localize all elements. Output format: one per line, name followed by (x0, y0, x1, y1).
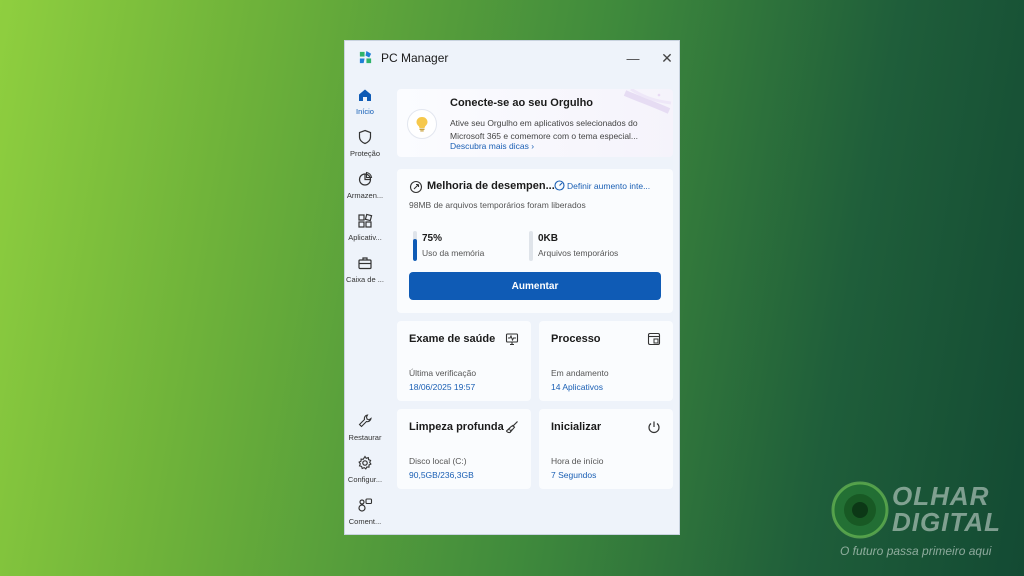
nav-label: Caixa de ... (346, 275, 384, 284)
deep-cleanup-tile[interactable]: Limpeza profunda Disco local (C:) 90,5GB… (397, 409, 531, 489)
performance-title: Melhoria de desempen... (427, 180, 555, 192)
tile-label: Disco local (C:) (409, 456, 467, 466)
tile-label: Última verificação (409, 368, 477, 378)
tile-label: Hora de início (551, 456, 604, 466)
watermark-tagline: O futuro passa primeiro aqui (840, 544, 992, 558)
close-button[interactable]: ✕ (655, 47, 679, 69)
nav-item-armazenamento[interactable]: Armazen... (345, 171, 385, 200)
nav-label: Armazen... (346, 191, 384, 200)
temp-files-value: 0KB (538, 233, 559, 244)
nav-label: Início (356, 107, 374, 116)
nav-item-aplicativos[interactable]: Aplicativ... (345, 213, 385, 242)
sidebar-nav: Início Proteção Armazen... Aplicativ... … (345, 75, 385, 534)
monitor-health-icon (505, 333, 519, 346)
memory-meter (413, 231, 417, 261)
olhar-digital-logo-icon (831, 481, 889, 539)
watermark-line2: DIGITAL (892, 507, 1002, 537)
tile-value: 18/06/2025 19:57 (409, 382, 476, 392)
startup-tile[interactable]: Inicializar Hora de início 7 Segundos (539, 409, 673, 489)
shield-icon (358, 129, 372, 145)
nav-label: Aplicativ... (348, 233, 382, 242)
process-tile[interactable]: Processo Em andamento 14 Aplicativos (539, 321, 673, 401)
home-icon (359, 89, 371, 101)
gear-icon (358, 455, 372, 470)
window-title: PC Manager (381, 51, 449, 65)
nav-item-inicio[interactable]: Início (345, 87, 385, 116)
promo-card[interactable]: Conecte-se ao seu Orgulho Ative seu Orgu… (397, 89, 673, 157)
pc-manager-window: PC Manager — ✕ Início Proteção Armazen..… (344, 40, 680, 535)
tile-value: 14 Aplicativos (551, 382, 603, 392)
nav-item-comentarios[interactable]: Coment... (345, 497, 385, 526)
tile-label: Em andamento (551, 368, 609, 378)
tile-title: Processo (551, 333, 601, 345)
tile-value: 90,5GB/236,3GB (409, 470, 474, 480)
nav-label: Restaurar (348, 433, 382, 442)
temp-files-meter (529, 231, 533, 261)
memory-meter-fill (413, 238, 417, 261)
nav-item-caixa-de-ferramentas[interactable]: Caixa de ... (345, 255, 385, 284)
nav-item-configuracoes[interactable]: Configur... (345, 455, 385, 484)
promo-title: Conecte-se ao seu Orgulho (450, 97, 594, 109)
chevron-right-icon: › (531, 141, 535, 151)
rocket-boost-icon (409, 180, 423, 194)
memory-label: Uso da memória (422, 248, 485, 258)
apps-grid-icon (358, 213, 373, 228)
health-check-tile[interactable]: Exame de saúde Última verificação 18/06/… (397, 321, 531, 401)
set-smart-boost-link[interactable]: Definir aumento inte... (567, 181, 650, 191)
power-icon (648, 421, 660, 434)
broom-icon (505, 421, 518, 434)
tile-title: Inicializar (551, 421, 602, 433)
lightbulb-icon (416, 117, 428, 132)
boost-button[interactable]: Aumentar (409, 272, 661, 300)
performance-description: 98MB de arquivos temporários foram liber… (409, 200, 586, 210)
discover-more-label: Descubra mais dicas (450, 141, 529, 151)
watermark-line1: OLHAR (892, 481, 990, 511)
promo-icon-wrap (407, 109, 437, 139)
tile-title: Limpeza profunda (409, 421, 504, 433)
nav-item-restaurar[interactable]: Restaurar (345, 413, 385, 442)
performance-card: Melhoria de desempen... Definir aumento … (397, 169, 673, 313)
toolbox-icon (358, 257, 372, 270)
nav-item-protecao[interactable]: Proteção (345, 129, 385, 158)
tile-value: 7 Segundos (551, 470, 597, 480)
memory-value: 75% (422, 233, 443, 244)
feedback-icon (358, 498, 373, 512)
title-bar: PC Manager — ✕ (345, 41, 679, 75)
minimize-button[interactable]: — (621, 47, 645, 69)
process-window-icon (647, 332, 661, 346)
nav-label: Proteção (349, 149, 381, 158)
speed-gauge-icon (554, 180, 565, 191)
storage-pie-icon (358, 171, 373, 186)
nav-label: Configur... (347, 475, 383, 484)
discover-more-link[interactable]: Descubra mais dicas › (450, 141, 534, 151)
olhar-digital-watermark: OLHAR DIGITAL O futuro passa primeiro aq… (830, 480, 1020, 570)
wrench-icon (358, 414, 372, 428)
pride-ribbon-decoration-icon (623, 89, 672, 114)
nav-label: Coment... (348, 517, 382, 526)
temp-files-label: Arquivos temporários (538, 248, 619, 258)
pc-manager-logo-icon (359, 50, 372, 64)
tile-title: Exame de saúde (409, 333, 496, 345)
